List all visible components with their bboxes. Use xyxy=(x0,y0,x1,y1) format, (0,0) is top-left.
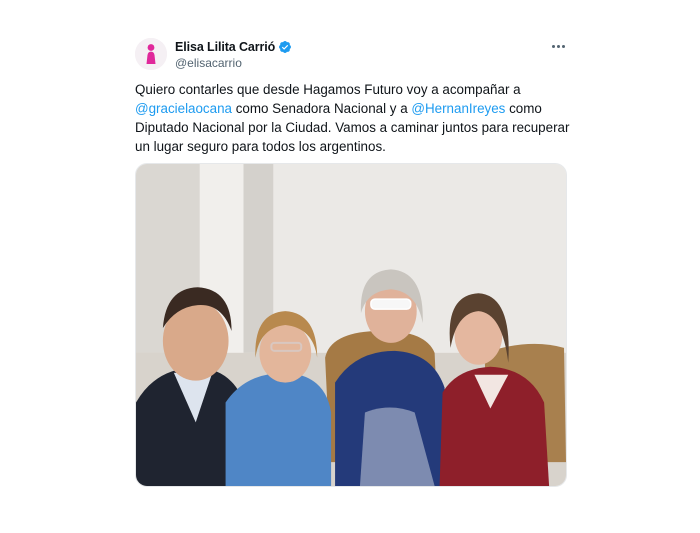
more-horizontal-icon xyxy=(551,44,555,48)
tweet-card[interactable]: Elisa Lilita Carrió @elisacarrio Quiero … xyxy=(118,24,584,510)
more-options-button[interactable] xyxy=(548,38,568,54)
group-photo-image xyxy=(136,164,566,486)
author-display-name[interactable]: Elisa Lilita Carrió xyxy=(175,40,275,54)
tweet-photo[interactable] xyxy=(135,163,567,487)
tweet-text: Quiero contarles que desde Hagamos Futur… xyxy=(135,80,575,156)
verified-badge-icon xyxy=(279,41,292,53)
tweet-text-part-2: como Senadora Nacional y a xyxy=(231,101,412,116)
author-name-row[interactable]: Elisa Lilita Carrió xyxy=(175,40,292,54)
tweet-text-part-1: Quiero contarles que desde Hagamos Futur… xyxy=(135,82,521,97)
author-handle[interactable]: @elisacarrio xyxy=(175,56,242,70)
mention-link-hernanireyes[interactable]: @HernanIreyes xyxy=(411,101,505,116)
avatar[interactable] xyxy=(135,38,167,70)
mention-link-gracielaocana[interactable]: @gracielaocana xyxy=(135,101,232,116)
tweet-header: Elisa Lilita Carrió @elisacarrio xyxy=(135,38,568,72)
person-silhouette-icon xyxy=(135,38,167,70)
